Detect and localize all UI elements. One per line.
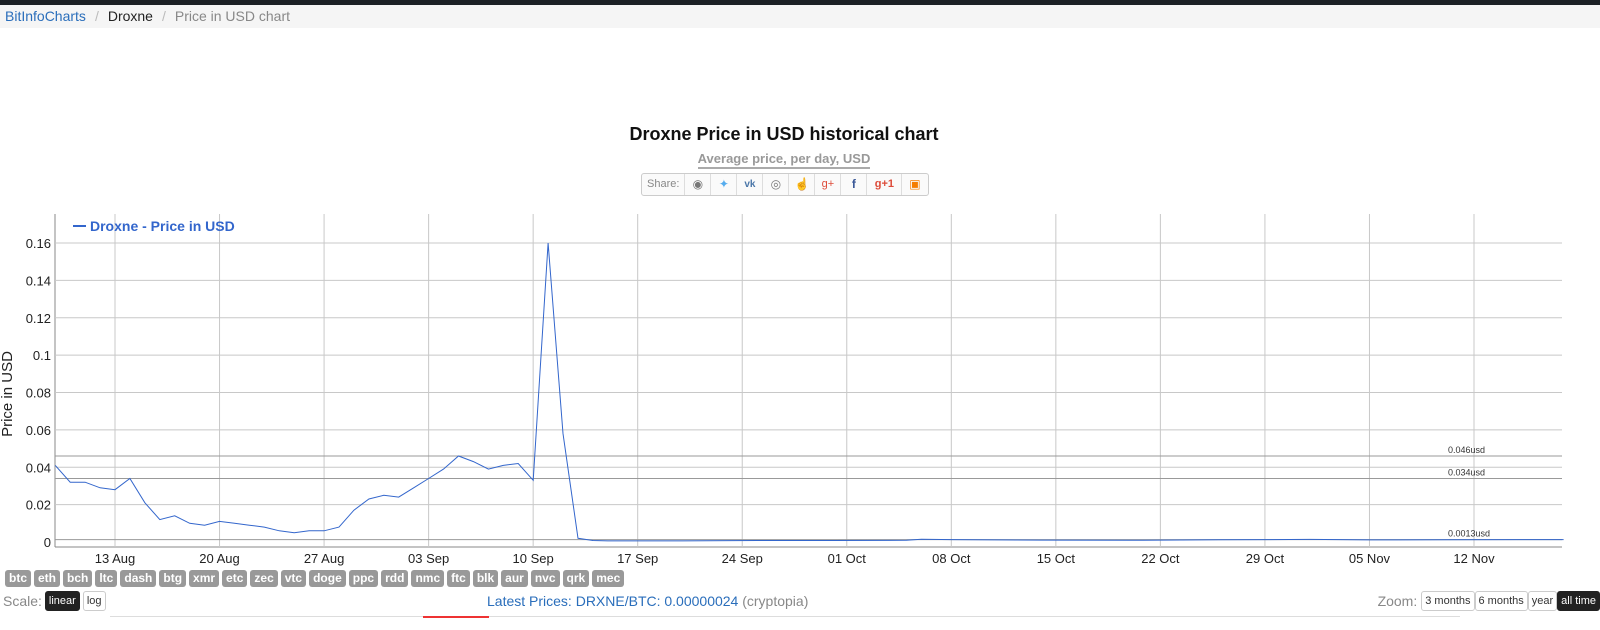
y-axis-label: Price in USD — [0, 351, 16, 437]
scale-linear-button[interactable]: linear — [44, 591, 80, 611]
blogger-icon[interactable]: ▣ — [902, 174, 927, 195]
legend-label: Droxne - Price in USD — [90, 218, 235, 234]
share-label: Share: — [642, 174, 686, 195]
breadcrumb-separator: / — [94, 8, 99, 24]
coin-tag-nvc[interactable]: nvc — [530, 570, 560, 587]
zoom-control: Zoom: 3 months 6 months year all time — [1378, 591, 1600, 611]
chart-annotations: 0.046usd 0.034usd 0.0013usd — [55, 445, 1562, 541]
latest-prices-text[interactable]: Latest Prices: DRXNE/BTC: 0.00000024 — [487, 593, 738, 609]
coin-tag-aur[interactable]: aur — [501, 570, 528, 587]
legend: Droxne - Price in USD — [73, 218, 235, 234]
breadcrumb-home-link[interactable]: BitInfoCharts — [5, 8, 86, 24]
coin-tag-ftc[interactable]: ftc — [447, 570, 470, 587]
facebook-icon[interactable]: f — [841, 174, 868, 195]
series-line-droxne — [54, 242, 1564, 542]
annotation-label: 0.034usd — [1448, 467, 1485, 477]
x-tick-label: 03 Sep — [408, 551, 449, 566]
google-plus-icon[interactable]: g+ — [815, 174, 842, 195]
y-tick-label: 0.1 — [33, 348, 51, 363]
annotation-label: 0.046usd — [1448, 445, 1485, 455]
coin-tag-blk[interactable]: blk — [472, 570, 499, 587]
x-tick-label: 20 Aug — [199, 551, 240, 566]
x-tick-label: 24 Sep — [722, 551, 763, 566]
x-tick-label: 01 Oct — [828, 551, 867, 566]
scale-label: Scale: — [3, 593, 42, 609]
breadcrumb-separator: / — [161, 8, 166, 24]
y-tick-label: 0.08 — [26, 386, 51, 401]
x-tick-label: 27 Aug — [304, 551, 345, 566]
x-tick-label: 10 Sep — [513, 551, 554, 566]
zoom-6-months-button[interactable]: 6 months — [1474, 591, 1528, 611]
coin-tag-zec[interactable]: zec — [250, 570, 278, 587]
x-tick-label: 22 Oct — [1141, 551, 1180, 566]
coin-tag-etc[interactable]: etc — [222, 570, 248, 587]
y-tick-label: 0.02 — [26, 498, 51, 513]
coin-tag-vtc[interactable]: vtc — [280, 570, 307, 587]
coin-tag-qrk[interactable]: qrk — [562, 570, 590, 587]
coin-tag-ppc[interactable]: ppc — [348, 570, 379, 587]
coin-tag-btc[interactable]: btc — [5, 570, 31, 587]
y-tick-label: 0.16 — [26, 236, 51, 251]
coin-tag-rdd[interactable]: rdd — [381, 570, 409, 587]
x-axis: 13 Aug 20 Aug 27 Aug 03 Sep 10 Sep 17 Sep 24 S… — [95, 551, 1495, 566]
y-tick-label: 0.06 — [26, 423, 51, 438]
zoom-all-time-button[interactable]: all time — [1557, 591, 1600, 611]
breadcrumb-current-page: Price in USD chart — [174, 8, 291, 24]
vk-icon[interactable]: vk — [737, 174, 764, 195]
chart-grid — [54, 214, 1562, 548]
google-plus-one-icon[interactable]: g+1 — [867, 174, 903, 195]
accent-divider — [423, 616, 489, 618]
share-bar: Share: ◉ ✦ vk ◎ ☝ g+ f g+1 ▣ — [641, 173, 929, 196]
chart-subtitle: Average price, per day, USD — [0, 151, 1568, 169]
x-tick-label: 08 Oct — [932, 551, 971, 566]
latest-prices[interactable]: Latest Prices: DRXNE/BTC: 0.00000024 (cr… — [487, 593, 808, 609]
annotation-label: 0.0013usd — [1448, 529, 1490, 539]
breadcrumb: BitInfoCharts / Droxne / Price in USD chart — [0, 5, 1600, 28]
reddit-icon[interactable]: ◉ — [685, 174, 712, 195]
breadcrumb-coin: Droxne — [107, 8, 153, 24]
latest-prices-source: (cryptopia) — [742, 593, 809, 609]
scale-control: Scale: linear log — [3, 591, 106, 611]
twitter-icon[interactable]: ✦ — [711, 174, 738, 195]
coin-tag-eth[interactable]: eth — [34, 570, 60, 587]
divider — [110, 616, 1460, 617]
zoom-3-months-button[interactable]: 3 months — [1421, 591, 1475, 611]
y-tick-label: 0.12 — [26, 311, 51, 326]
weibo-icon[interactable]: ◎ — [763, 174, 790, 195]
zoom-label: Zoom: — [1377, 593, 1418, 609]
x-tick-label: 29 Oct — [1246, 551, 1285, 566]
coin-tag-btg[interactable]: btg — [159, 570, 187, 587]
coin-tag-dash[interactable]: dash — [120, 570, 157, 587]
y-tick-label: 0.04 — [26, 460, 51, 475]
scale-log-button[interactable]: log — [82, 591, 106, 611]
like-icon[interactable]: ☝ — [789, 174, 816, 195]
x-tick-label: 13 Aug — [95, 551, 136, 566]
x-tick-label: 12 Nov — [1453, 551, 1495, 566]
coin-tag-nmc[interactable]: nmc — [411, 570, 445, 587]
chart-title: Droxne Price in USD historical chart — [629, 124, 939, 144]
x-tick-label: 05 Nov — [1349, 551, 1391, 566]
x-tick-label: 15 Oct — [1037, 551, 1076, 566]
coin-tag-mec[interactable]: mec — [592, 570, 625, 587]
y-tick-label: 0.14 — [26, 273, 51, 288]
y-axis: 0.16 0.14 0.12 0.1 0.08 0.06 0.04 0.02 0 — [26, 236, 51, 550]
coin-tags: btc eth bch ltc dash btg xmr etc zec vtc doge ppc rd… — [5, 570, 625, 587]
chart-subtitle-text: Average price, per day, USD — [697, 151, 871, 169]
y-tick-label: 0 — [44, 535, 51, 550]
coin-tag-xmr[interactable]: xmr — [189, 570, 220, 587]
coin-tag-bch[interactable]: bch — [63, 570, 93, 587]
coin-tag-doge[interactable]: doge — [309, 570, 346, 587]
coin-tag-ltc[interactable]: ltc — [95, 570, 118, 587]
zoom-year-button[interactable]: year — [1527, 591, 1558, 611]
x-tick-label: 17 Sep — [617, 551, 658, 566]
price-chart: 0.16 0.14 0.12 0.1 0.08 0.06 0.04 0.02 0 13 Aug 2… — [0, 214, 1564, 566]
